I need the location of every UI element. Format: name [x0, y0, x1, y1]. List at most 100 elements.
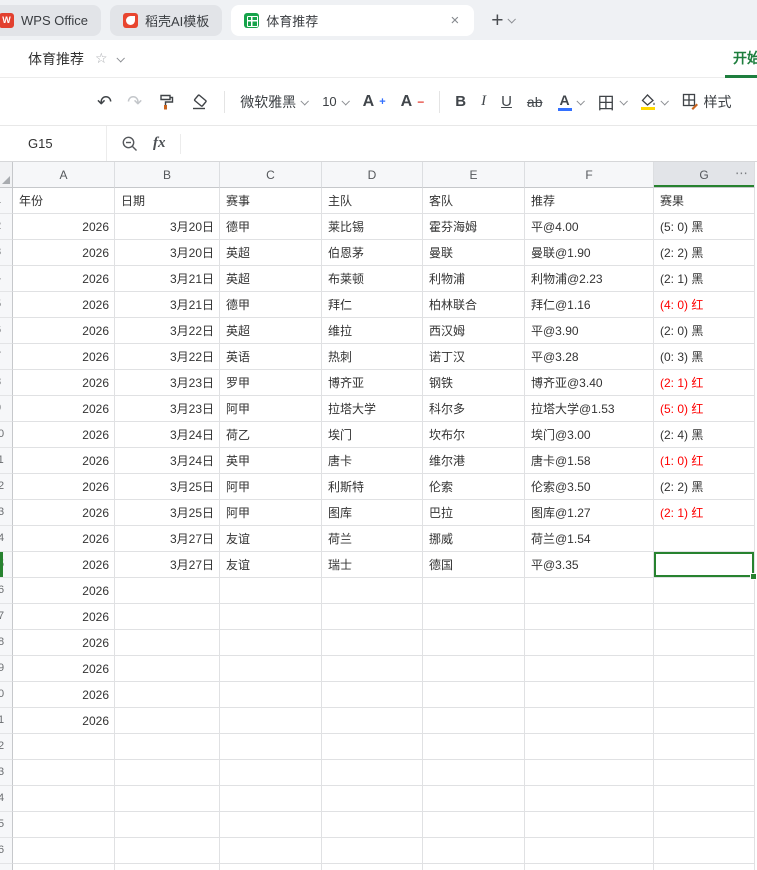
- font-color-button[interactable]: A: [557, 93, 585, 111]
- header-cell[interactable]: 日期: [115, 188, 220, 214]
- data-cell[interactable]: 荷兰: [322, 526, 423, 552]
- data-cell[interactable]: 钢铁: [423, 370, 525, 396]
- data-cell[interactable]: (0: 3) 黑: [654, 344, 755, 370]
- cell-name-box[interactable]: G15: [0, 126, 107, 161]
- empty-cell[interactable]: [13, 838, 115, 864]
- data-cell[interactable]: [525, 604, 654, 630]
- insert-function-icon[interactable]: fx: [153, 135, 166, 152]
- empty-cell[interactable]: [423, 838, 525, 864]
- data-cell[interactable]: 3月22日: [115, 318, 220, 344]
- empty-cell[interactable]: [115, 864, 220, 870]
- data-cell[interactable]: 埃门: [322, 422, 423, 448]
- empty-cell[interactable]: [525, 864, 654, 870]
- data-cell[interactable]: 2026: [13, 344, 115, 370]
- data-cell[interactable]: [423, 656, 525, 682]
- empty-cell[interactable]: [322, 838, 423, 864]
- data-cell[interactable]: 2026: [13, 578, 115, 604]
- data-cell[interactable]: 3月20日: [115, 214, 220, 240]
- data-cell[interactable]: [220, 578, 322, 604]
- data-cell[interactable]: 埃门@3.00: [525, 422, 654, 448]
- bold-button[interactable]: B: [455, 93, 466, 110]
- data-cell[interactable]: 3月21日: [115, 292, 220, 318]
- data-cell[interactable]: 利斯特: [322, 474, 423, 500]
- data-cell[interactable]: 博齐亚: [322, 370, 423, 396]
- empty-cell[interactable]: [525, 760, 654, 786]
- data-cell[interactable]: 英甲: [220, 448, 322, 474]
- empty-cell[interactable]: [220, 786, 322, 812]
- data-cell[interactable]: 德国: [423, 552, 525, 578]
- strikethrough-button[interactable]: ab: [527, 94, 543, 110]
- empty-cell[interactable]: [525, 734, 654, 760]
- data-cell[interactable]: 2026: [13, 656, 115, 682]
- row-header-8[interactable]: 8: [0, 370, 13, 396]
- data-cell[interactable]: 英语: [220, 344, 322, 370]
- header-cell[interactable]: 客队: [423, 188, 525, 214]
- data-cell[interactable]: 2026: [13, 682, 115, 708]
- data-cell[interactable]: [220, 630, 322, 656]
- data-cell[interactable]: [115, 578, 220, 604]
- data-cell[interactable]: (5: 0) 红: [654, 396, 755, 422]
- data-cell[interactable]: 德甲: [220, 214, 322, 240]
- empty-cell[interactable]: [115, 812, 220, 838]
- data-cell[interactable]: [322, 708, 423, 734]
- eraser-icon[interactable]: [190, 93, 209, 111]
- column-header-B[interactable]: B: [115, 162, 220, 188]
- data-cell[interactable]: 图库@1.27: [525, 500, 654, 526]
- data-cell[interactable]: (4: 0) 红: [654, 292, 755, 318]
- row-header-24[interactable]: 24: [0, 786, 13, 812]
- data-cell[interactable]: 拉塔大学@1.53: [525, 396, 654, 422]
- column-header-C[interactable]: C: [220, 162, 322, 188]
- row-header-10[interactable]: 10: [0, 422, 13, 448]
- empty-cell[interactable]: [654, 864, 755, 870]
- data-cell[interactable]: 莱比锡: [322, 214, 423, 240]
- data-cell[interactable]: 阿甲: [220, 474, 322, 500]
- data-cell[interactable]: 2026: [13, 422, 115, 448]
- data-cell[interactable]: [654, 682, 755, 708]
- row-header-19[interactable]: 19: [0, 656, 13, 682]
- data-cell[interactable]: [423, 578, 525, 604]
- row-header-14[interactable]: 14: [0, 526, 13, 552]
- data-cell[interactable]: [654, 630, 755, 656]
- empty-cell[interactable]: [423, 786, 525, 812]
- row-header-22[interactable]: 22: [0, 734, 13, 760]
- data-cell[interactable]: 巴拉: [423, 500, 525, 526]
- data-cell[interactable]: 拜仁: [322, 292, 423, 318]
- row-header-7[interactable]: 7: [0, 344, 13, 370]
- data-cell[interactable]: (1: 0) 红: [654, 448, 755, 474]
- data-cell[interactable]: 平@3.90: [525, 318, 654, 344]
- empty-cell[interactable]: [13, 812, 115, 838]
- selected-cell[interactable]: [654, 552, 757, 580]
- data-cell[interactable]: 布莱顿: [322, 266, 423, 292]
- data-cell[interactable]: [220, 604, 322, 630]
- font-name-select[interactable]: 微软雅黑: [240, 92, 310, 112]
- column-header-E[interactable]: E: [423, 162, 525, 188]
- data-cell[interactable]: (2: 1) 红: [654, 500, 755, 526]
- row-header-25[interactable]: 25: [0, 812, 13, 838]
- data-cell[interactable]: 曼联: [423, 240, 525, 266]
- borders-button[interactable]: 田: [598, 89, 628, 114]
- format-painter-icon[interactable]: [157, 93, 175, 111]
- column-header-D[interactable]: D: [322, 162, 423, 188]
- empty-cell[interactable]: [654, 838, 755, 864]
- data-cell[interactable]: [654, 526, 755, 552]
- data-cell[interactable]: 3月24日: [115, 422, 220, 448]
- data-cell[interactable]: 2026: [13, 396, 115, 422]
- data-cell[interactable]: 平@4.00: [525, 214, 654, 240]
- data-cell[interactable]: 英超: [220, 266, 322, 292]
- data-cell[interactable]: 平@3.35: [525, 552, 654, 578]
- row-header-20[interactable]: 20: [0, 682, 13, 708]
- data-cell[interactable]: 3月27日: [115, 526, 220, 552]
- row-header-15[interactable]: 15: [0, 552, 13, 578]
- data-cell[interactable]: 拉塔大学: [322, 396, 423, 422]
- empty-cell[interactable]: [115, 838, 220, 864]
- data-cell[interactable]: 3月22日: [115, 344, 220, 370]
- row-header-12[interactable]: 12: [0, 474, 13, 500]
- data-cell[interactable]: 2026: [13, 266, 115, 292]
- empty-cell[interactable]: [322, 864, 423, 870]
- row-header-9[interactable]: 9: [0, 396, 13, 422]
- row-header-1[interactable]: 1: [0, 188, 13, 214]
- data-cell[interactable]: 荷乙: [220, 422, 322, 448]
- data-cell[interactable]: 2026: [13, 630, 115, 656]
- data-cell[interactable]: 德甲: [220, 292, 322, 318]
- data-cell[interactable]: 柏林联合: [423, 292, 525, 318]
